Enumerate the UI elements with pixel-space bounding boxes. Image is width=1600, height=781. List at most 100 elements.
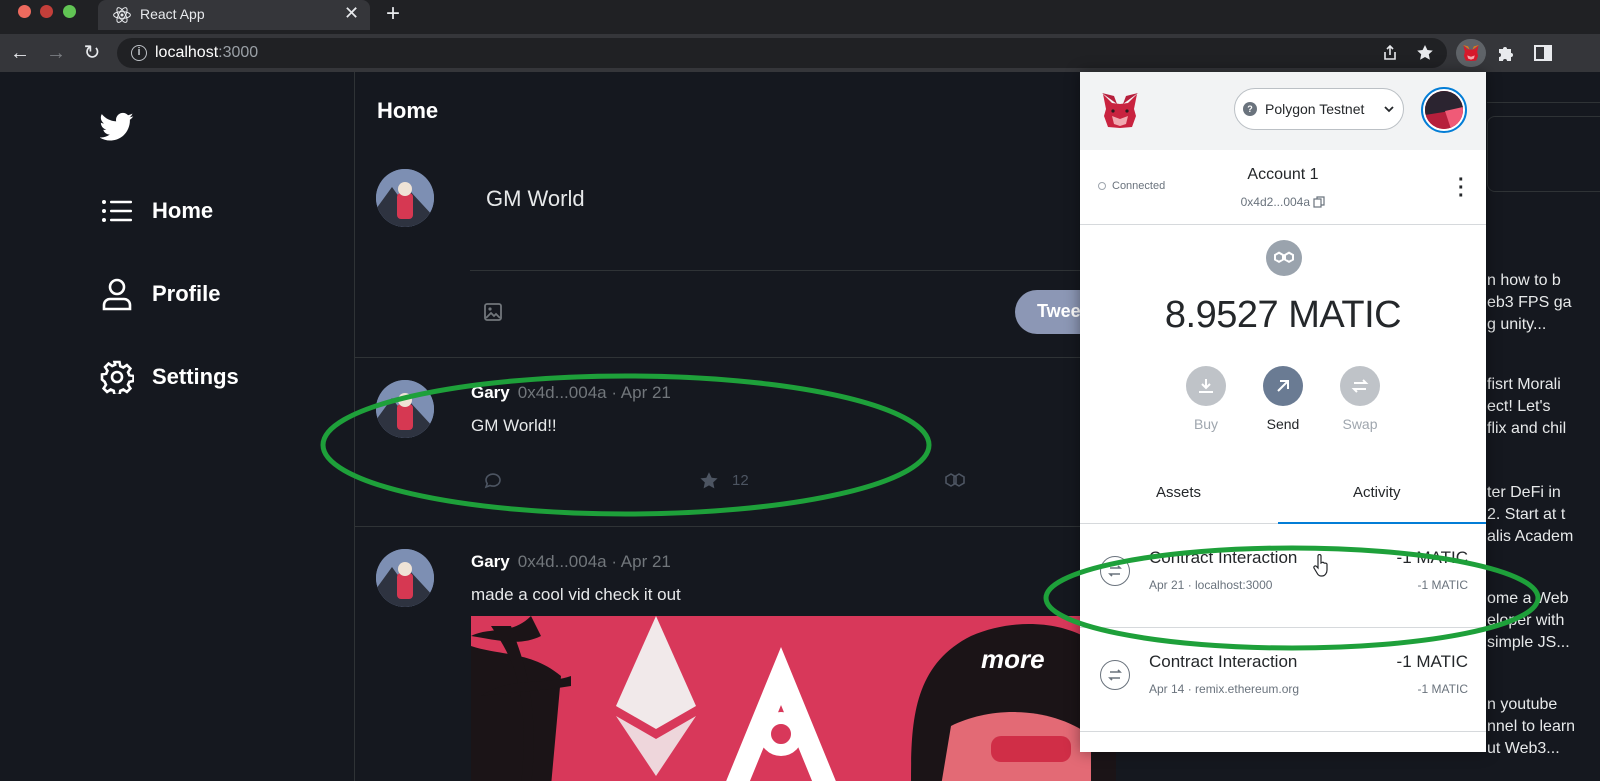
chevron-down-icon [1384,106,1394,113]
post-text: made a cool vid check it out [471,585,681,604]
divider [355,357,1090,358]
download-icon [1186,366,1226,406]
account-address[interactable]: 0x4d2...004a [1080,195,1486,209]
sidebar-item-settings[interactable]: Settings [100,357,239,397]
swap-icon [1340,366,1380,406]
url-text[interactable]: localhost:3000 [155,44,258,62]
network-icon: ? [1243,102,1257,116]
article-snippet[interactable]: g unity... [1487,316,1546,334]
contract-interaction-icon [1100,660,1130,690]
bookmark-star-icon[interactable] [1415,43,1435,63]
tab-activity[interactable]: Activity [1353,484,1401,501]
account-name: Account 1 [1247,166,1319,183]
sidebar-item-label: Home [152,198,214,223]
compose-input[interactable]: GM World [486,186,585,212]
post-meta: 0x4d...004a · Apr 21 [517,383,671,402]
article-snippet[interactable]: n how to b [1487,272,1561,290]
avatar[interactable] [376,380,434,438]
arrow-up-right-icon [1263,366,1303,406]
transaction-subtitle: Apr 14 · remix.ethereum.org [1149,682,1300,696]
compose-divider [470,270,1110,271]
article-snippet[interactable]: ome a Web [1487,590,1569,608]
browser-tab[interactable]: React App ✕ [98,0,370,30]
article-snippet[interactable]: flix and chil [1487,420,1566,438]
avatar[interactable] [376,549,434,607]
metamask-header: ? Polygon Testnet [1080,72,1486,150]
extensions-puzzle-icon[interactable] [1496,43,1516,63]
balance: 8.9527 MATIC [1164,294,1402,336]
swap-button[interactable]: Swap [1330,366,1390,432]
article-snippet[interactable]: nnel to learn [1487,718,1575,736]
post-header: Gary 0x4d...004a · Apr 21 [471,383,671,403]
more-options-icon[interactable]: · · · [1458,170,1465,206]
app-sidebar: Home Profile Settings [0,72,355,781]
metamask-popup: ? Polygon Testnet Connected Account 1 0x… [1080,72,1486,752]
window-minimize-button[interactable] [40,5,53,18]
window-close-button[interactable] [18,5,31,18]
metamask-tabs: Assets Activity [1080,474,1486,524]
transaction-amount: -1 MATIC [1396,548,1468,567]
divider [355,526,1090,527]
back-icon[interactable]: ← [8,41,32,65]
page-title: Home [377,98,439,123]
metamask-fox-icon[interactable] [1100,92,1140,130]
close-tab-icon[interactable]: ✕ [344,3,359,24]
sidebar-item-label: Settings [152,364,239,389]
comment-icon[interactable] [483,470,503,490]
article-snippet[interactable]: fisrt Morali [1487,376,1561,394]
buy-button[interactable]: Buy [1176,366,1236,432]
article-snippet[interactable]: eloper with [1487,612,1564,630]
gear-icon [100,360,134,394]
transaction-title: Contract Interaction [1149,652,1298,671]
send-button[interactable]: Send [1253,366,1313,432]
share-icon[interactable] [1381,44,1399,62]
forward-icon[interactable]: → [44,41,68,65]
side-panel-icon[interactable] [1533,43,1553,63]
transaction-amount-secondary: -1 MATIC [1417,578,1468,592]
list-icon [102,200,132,222]
article-snippet[interactable]: ect! Let's [1487,398,1551,416]
sidebar-item-label: Profile [152,281,221,306]
copy-icon[interactable] [1313,196,1325,208]
post-image[interactable]: more [471,616,1116,781]
article-snippet[interactable]: ter DeFi in [1487,484,1561,502]
article-snippet[interactable]: alis Academ [1487,528,1573,546]
transaction-title: Contract Interaction [1149,548,1298,567]
transaction-row[interactable]: Contract Interaction Apr 14 · remix.ethe… [1080,628,1486,732]
site-info-icon[interactable]: i [131,45,147,61]
twitter-bird-icon[interactable] [100,112,134,142]
transaction-amount-secondary: -1 MATIC [1417,682,1468,696]
metamask-extension-icon[interactable] [1456,39,1486,67]
reload-icon[interactable]: ↻ [80,41,104,65]
address-bar[interactable]: i localhost:3000 [117,38,1447,68]
star-icon[interactable] [698,470,720,492]
avatar[interactable] [376,169,434,227]
article-snippet[interactable]: 2. Start at t [1487,506,1565,524]
polygon-icon[interactable] [943,470,967,490]
transaction-row[interactable]: Contract Interaction Apr 21 · localhost:… [1080,524,1486,628]
account-avatar[interactable] [1421,87,1467,133]
window-zoom-button[interactable] [63,5,76,18]
account-bar: Connected Account 1 0x4d2...004a · · · [1080,150,1486,225]
sidebar-item-home[interactable]: Home [100,191,213,231]
network-label: Polygon Testnet [1265,101,1365,117]
transaction-subtitle: Apr 21 · localhost:3000 [1149,578,1273,592]
matic-token-icon [1266,240,1302,276]
network-selector[interactable]: ? Polygon Testnet [1234,88,1404,130]
sidebar-item-profile[interactable]: Profile [100,274,220,314]
article-snippet[interactable]: eb3 FPS ga [1487,294,1572,312]
article-snippet[interactable]: ut Web3... [1487,740,1560,758]
post-author[interactable]: Gary [471,552,510,571]
image-upload-icon[interactable] [483,302,503,322]
tab-title: React App [140,6,205,22]
post-author[interactable]: Gary [471,383,510,402]
article-snippet[interactable]: simple JS... [1487,634,1570,652]
post-text: GM World!! [471,416,557,435]
browser-toolbar: ← → ↻ i localhost:3000 [0,34,1600,72]
contract-interaction-icon [1100,556,1130,586]
article-snippet[interactable]: n youtube [1487,696,1557,714]
new-tab-button[interactable]: + [386,0,400,28]
tab-assets[interactable]: Assets [1156,484,1201,501]
post-meta: 0x4d...004a · Apr 21 [517,552,671,571]
hand-cursor-icon [1313,554,1328,577]
